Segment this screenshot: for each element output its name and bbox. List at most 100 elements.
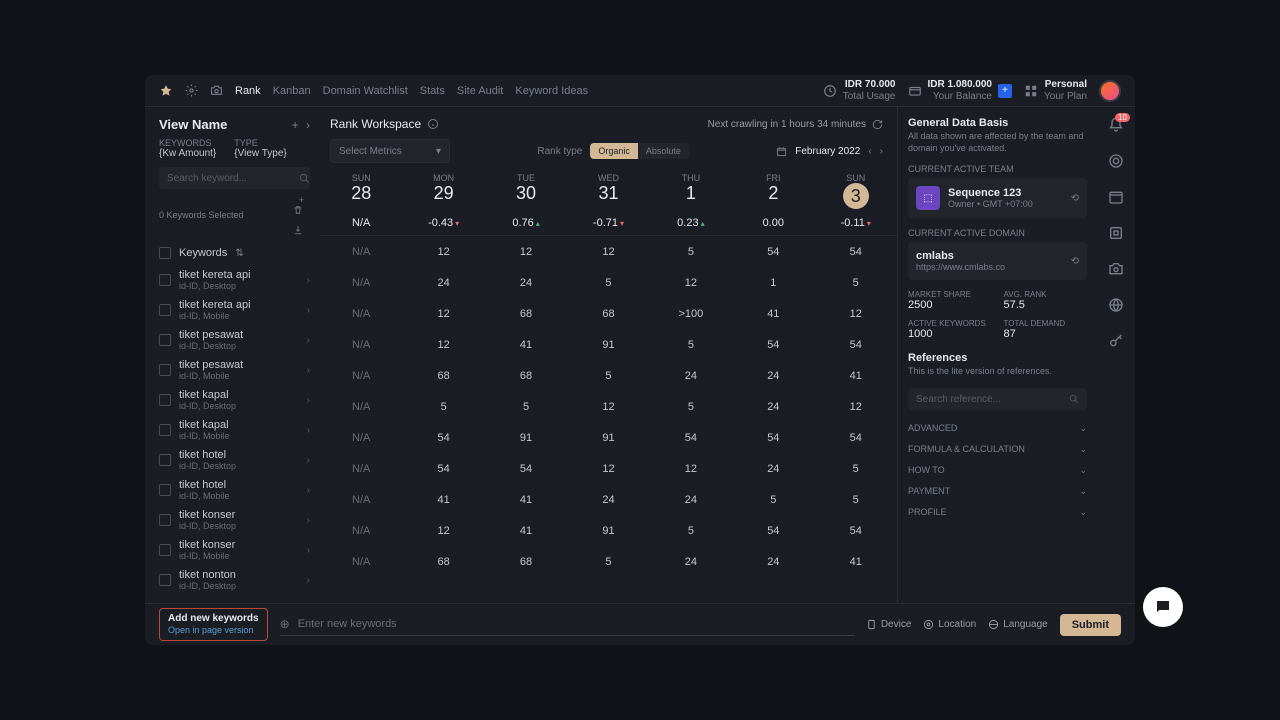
nav-keyword-ideas[interactable]: Keyword Ideas [515, 85, 588, 97]
data-cell[interactable]: 5 [650, 525, 732, 537]
organic-pill[interactable]: Organic [590, 143, 638, 159]
reference-search[interactable] [908, 388, 1087, 410]
data-cell[interactable]: N/A [320, 277, 402, 289]
data-cell[interactable]: 54 [815, 339, 897, 351]
data-cell[interactable]: 54 [732, 339, 814, 351]
data-cell[interactable]: 5 [650, 401, 732, 413]
camera-rail-icon[interactable] [1108, 261, 1124, 277]
box-icon[interactable] [1108, 225, 1124, 241]
data-cell[interactable]: 54 [485, 463, 567, 475]
data-cell[interactable]: 12 [567, 401, 649, 413]
submit-button[interactable]: Submit [1060, 614, 1121, 636]
add-keywords-box[interactable]: Add new keywords Open in page version [159, 608, 268, 641]
keyword-row[interactable]: tiket konserid-ID, Desktop› [159, 505, 310, 535]
keyword-row[interactable]: tiket konserid-ID, Mobile› [159, 535, 310, 565]
team-card[interactable]: ⬚ Sequence 123Owner • GMT +07:00 ⟲ [908, 178, 1087, 218]
data-cell[interactable]: 68 [567, 308, 649, 320]
data-cell[interactable]: 5 [402, 401, 484, 413]
data-cell[interactable]: 12 [402, 525, 484, 537]
keyword-checkbox[interactable] [159, 514, 171, 526]
data-cell[interactable]: 24 [567, 494, 649, 506]
camera-icon[interactable] [210, 84, 223, 97]
data-cell[interactable]: 5 [815, 277, 897, 289]
keyword-checkbox[interactable] [159, 304, 171, 316]
data-cell[interactable]: 12 [402, 339, 484, 351]
keyword-row[interactable]: tiket kereta apiid-ID, Mobile› [159, 295, 310, 325]
data-cell[interactable]: 12 [485, 246, 567, 258]
data-cell[interactable]: 24 [732, 370, 814, 382]
keyword-row[interactable]: tiket pesawatid-ID, Mobile› [159, 355, 310, 385]
export-icon[interactable] [293, 225, 310, 235]
keyword-search[interactable] [159, 167, 310, 189]
day-column[interactable]: SUN28 [320, 169, 402, 217]
data-cell[interactable]: 41 [815, 370, 897, 382]
data-cell[interactable]: 41 [485, 339, 567, 351]
data-cell[interactable]: 12 [567, 246, 649, 258]
data-cell[interactable]: 91 [485, 432, 567, 444]
avatar[interactable] [1099, 80, 1121, 102]
data-cell[interactable]: N/A [320, 401, 402, 413]
calendar-rail-icon[interactable] [1108, 189, 1124, 205]
data-cell[interactable]: 5 [567, 370, 649, 382]
team-refresh-icon[interactable]: ⟲ [1071, 193, 1079, 204]
data-cell[interactable]: N/A [320, 339, 402, 351]
accordion-profile[interactable]: PROFILE⌄ [908, 502, 1087, 523]
data-cell[interactable]: 54 [732, 246, 814, 258]
refresh-icon[interactable] [872, 119, 883, 130]
data-cell[interactable]: 5 [650, 339, 732, 351]
domain-refresh-icon[interactable]: ⟲ [1071, 256, 1079, 267]
nav-domain-watchlist[interactable]: Domain Watchlist [323, 85, 408, 97]
data-cell[interactable]: N/A [320, 370, 402, 382]
data-cell[interactable]: 68 [485, 308, 567, 320]
data-cell[interactable]: 68 [402, 556, 484, 568]
data-cell[interactable]: 68 [402, 370, 484, 382]
keyword-checkbox[interactable] [159, 454, 171, 466]
data-cell[interactable]: 41 [732, 308, 814, 320]
data-cell[interactable]: 12 [815, 308, 897, 320]
data-cell[interactable]: 41 [485, 494, 567, 506]
data-cell[interactable]: 12 [650, 463, 732, 475]
data-cell[interactable]: N/A [320, 556, 402, 568]
nav-rank[interactable]: Rank [235, 85, 261, 97]
data-cell[interactable]: 5 [567, 556, 649, 568]
keyword-row[interactable]: tiket kereta apiid-ID, Desktop› [159, 265, 310, 295]
new-keywords-input[interactable] [298, 618, 854, 630]
data-cell[interactable]: 1 [732, 277, 814, 289]
data-cell[interactable]: 5 [732, 494, 814, 506]
day-column[interactable]: WED31 [567, 169, 649, 217]
data-cell[interactable]: 54 [732, 525, 814, 537]
data-cell[interactable]: 91 [567, 525, 649, 537]
data-cell[interactable]: 12 [402, 246, 484, 258]
accordion-how-to[interactable]: HOW TO⌄ [908, 460, 1087, 481]
keyword-row[interactable]: tiket nontonid-ID, Desktop› [159, 565, 310, 595]
data-cell[interactable]: 54 [650, 432, 732, 444]
globe-icon[interactable] [1108, 297, 1124, 313]
chat-fab[interactable] [1143, 587, 1183, 627]
bell-icon[interactable]: 10 [1108, 117, 1124, 133]
keyword-search-input[interactable] [167, 173, 299, 184]
domain-card[interactable]: cmlabshttps://www.cmlabs.co ⟲ [908, 242, 1087, 280]
metrics-select[interactable]: Select Metrics▾ [330, 139, 450, 163]
data-cell[interactable]: 24 [732, 556, 814, 568]
keyword-checkbox[interactable] [159, 574, 171, 586]
data-cell[interactable]: 54 [402, 463, 484, 475]
keyword-row[interactable]: tiket kapalid-ID, Mobile› [159, 415, 310, 445]
data-cell[interactable]: 24 [402, 277, 484, 289]
day-column[interactable]: FRI2 [732, 169, 814, 217]
day-column[interactable]: TUE30 [485, 169, 567, 217]
keyword-checkbox[interactable] [159, 484, 171, 496]
data-cell[interactable]: 12 [650, 277, 732, 289]
keyword-checkbox[interactable] [159, 394, 171, 406]
info-icon[interactable] [427, 118, 439, 130]
data-cell[interactable]: 54 [732, 432, 814, 444]
data-cell[interactable]: 24 [650, 494, 732, 506]
data-cell[interactable]: 91 [567, 432, 649, 444]
keyword-row[interactable]: tiket pesawatid-ID, Desktop› [159, 325, 310, 355]
settings-icon[interactable] [185, 84, 198, 97]
data-cell[interactable]: 5 [485, 401, 567, 413]
keyword-checkbox[interactable] [159, 274, 171, 286]
data-cell[interactable]: 5 [815, 494, 897, 506]
add-balance-button[interactable]: + [998, 84, 1012, 98]
sort-icon[interactable]: ⇅ [235, 248, 243, 259]
keyword-checkbox[interactable] [159, 334, 171, 346]
